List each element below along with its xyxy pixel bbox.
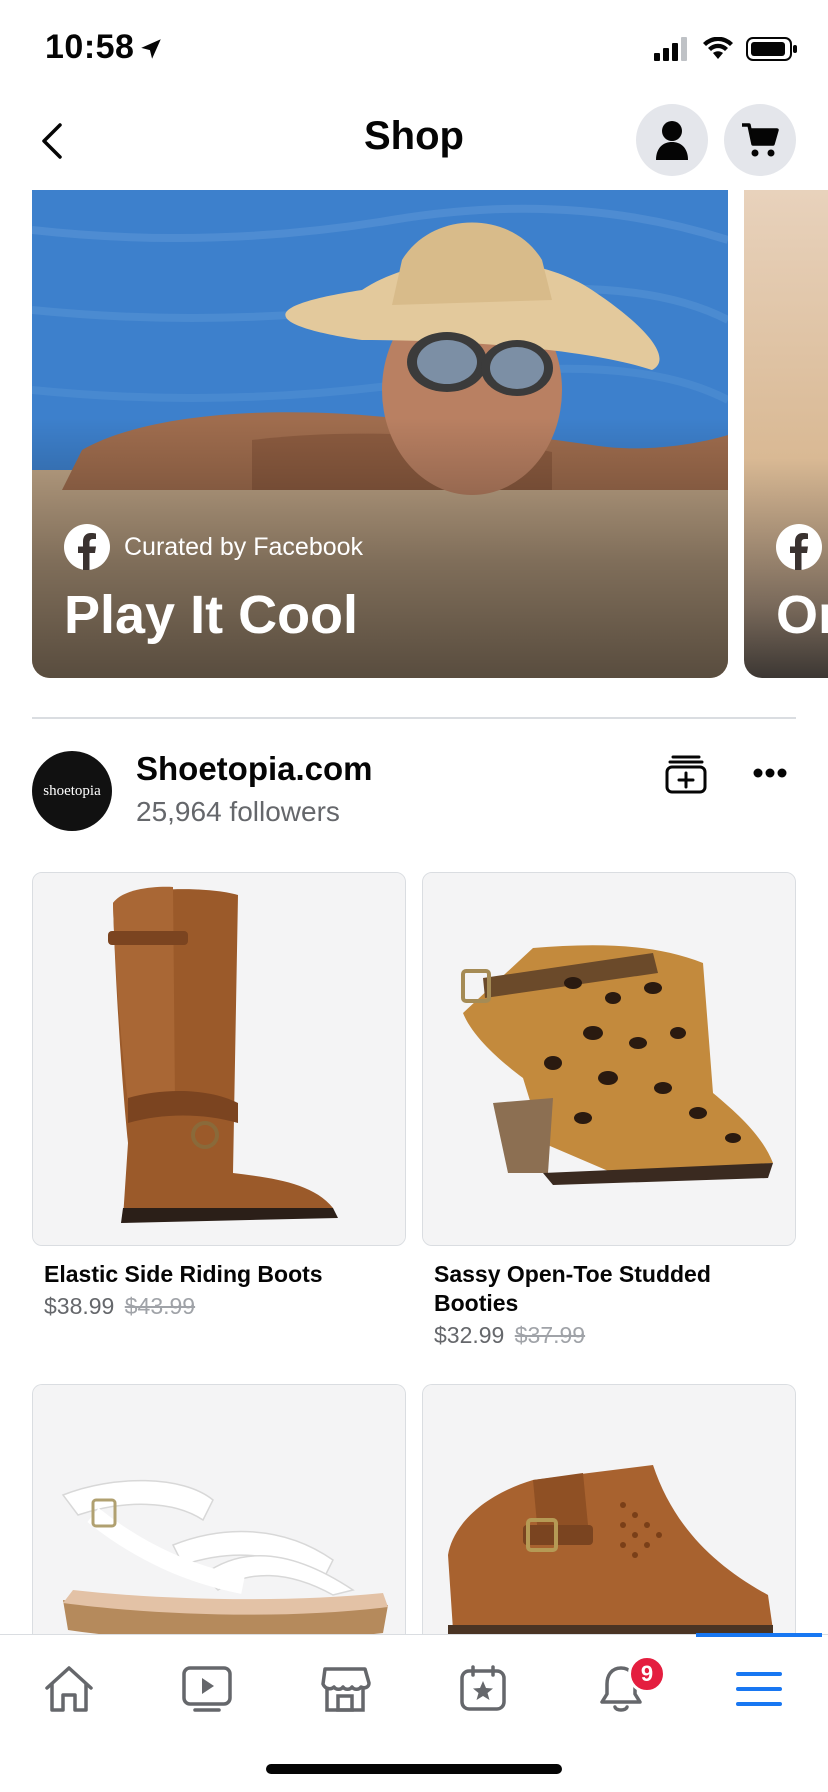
pages-icon <box>460 1665 506 1711</box>
section-divider <box>32 717 796 719</box>
wifi-icon <box>703 37 733 59</box>
curated-collections-carousel[interactable]: Curated by Facebook Play It Cool Or <box>0 190 828 678</box>
curator-label: Curated by Facebook <box>124 532 364 561</box>
ankle-bootie-image <box>423 1385 795 1644</box>
product-card[interactable] <box>422 1384 796 1644</box>
product-name: Elastic Side Riding Boots <box>44 1261 323 1287</box>
curator-row: Curated by Facebook <box>64 524 363 570</box>
menu-icon <box>736 1672 782 1706</box>
price-original: $43.99 <box>124 1293 196 1319</box>
leopard-bootie-image <box>423 873 795 1245</box>
status-bar: 10:58 <box>0 0 828 96</box>
tab-notifications[interactable]: 9 <box>552 1649 690 1729</box>
notification-badge: 9 <box>628 1655 666 1693</box>
save-collection-button[interactable] <box>662 750 710 798</box>
product-price: $38.99 $43.99 <box>44 1293 394 1320</box>
signal-icon <box>654 37 687 61</box>
tab-home[interactable] <box>0 1649 138 1729</box>
collection-title: Play It Cool <box>64 585 359 645</box>
price-original: $37.99 <box>514 1322 586 1348</box>
product-card[interactable]: Sassy Open-Toe Studded Booties $32.99 $3… <box>422 872 796 1349</box>
facebook-logo-icon <box>64 524 110 570</box>
collection-card-play-it-cool[interactable]: Curated by Facebook Play It Cool <box>32 190 728 678</box>
price-current: $32.99 <box>434 1322 505 1348</box>
facebook-logo-icon <box>776 524 822 570</box>
cart-button[interactable] <box>724 104 796 176</box>
curator-row <box>776 524 822 570</box>
home-indicator <box>266 1764 562 1774</box>
shop-header: shoetopia Shoetopia.com 25,964 followers <box>32 750 796 834</box>
collection-title: Or <box>776 585 828 645</box>
cart-icon <box>742 123 779 157</box>
product-name: Sassy Open-Toe Studded Booties <box>434 1261 711 1316</box>
product-card[interactable]: Elastic Side Riding Boots $38.99 $43.99 <box>32 872 406 1320</box>
tab-marketplace[interactable] <box>276 1649 414 1729</box>
active-tab-indicator <box>696 1633 822 1637</box>
tab-pages[interactable] <box>414 1649 552 1729</box>
collection-add-icon <box>665 755 707 794</box>
product-card[interactable] <box>32 1384 406 1644</box>
location-arrow-icon <box>141 39 161 59</box>
profile-button[interactable] <box>636 104 708 176</box>
top-nav: Shop <box>0 96 828 188</box>
product-image[interactable] <box>422 872 796 1246</box>
price-current: $38.99 <box>44 1293 115 1319</box>
status-time: 10:58 <box>45 28 135 66</box>
tab-watch[interactable] <box>138 1649 276 1729</box>
tab-menu[interactable] <box>690 1649 828 1729</box>
status-indicators <box>654 36 798 62</box>
battery-icon <box>746 37 797 61</box>
shop-name[interactable]: Shoetopia.com <box>136 750 373 788</box>
person-icon <box>656 121 688 160</box>
product-price: $32.99 $37.99 <box>434 1322 784 1349</box>
shop-followers: 25,964 followers <box>136 796 340 827</box>
product-image[interactable] <box>32 872 406 1246</box>
riding-boot-image <box>33 873 405 1245</box>
watch-icon <box>182 1666 232 1712</box>
more-dots-icon <box>753 768 787 778</box>
collection-card-next[interactable]: Or <box>744 190 828 678</box>
shop-avatar[interactable]: shoetopia <box>32 751 112 831</box>
home-icon <box>45 1666 93 1712</box>
white-sandal-image <box>33 1385 405 1644</box>
more-options-button[interactable] <box>750 758 790 788</box>
marketplace-icon <box>321 1667 371 1712</box>
product-image[interactable] <box>422 1384 796 1644</box>
product-image[interactable] <box>32 1384 406 1644</box>
